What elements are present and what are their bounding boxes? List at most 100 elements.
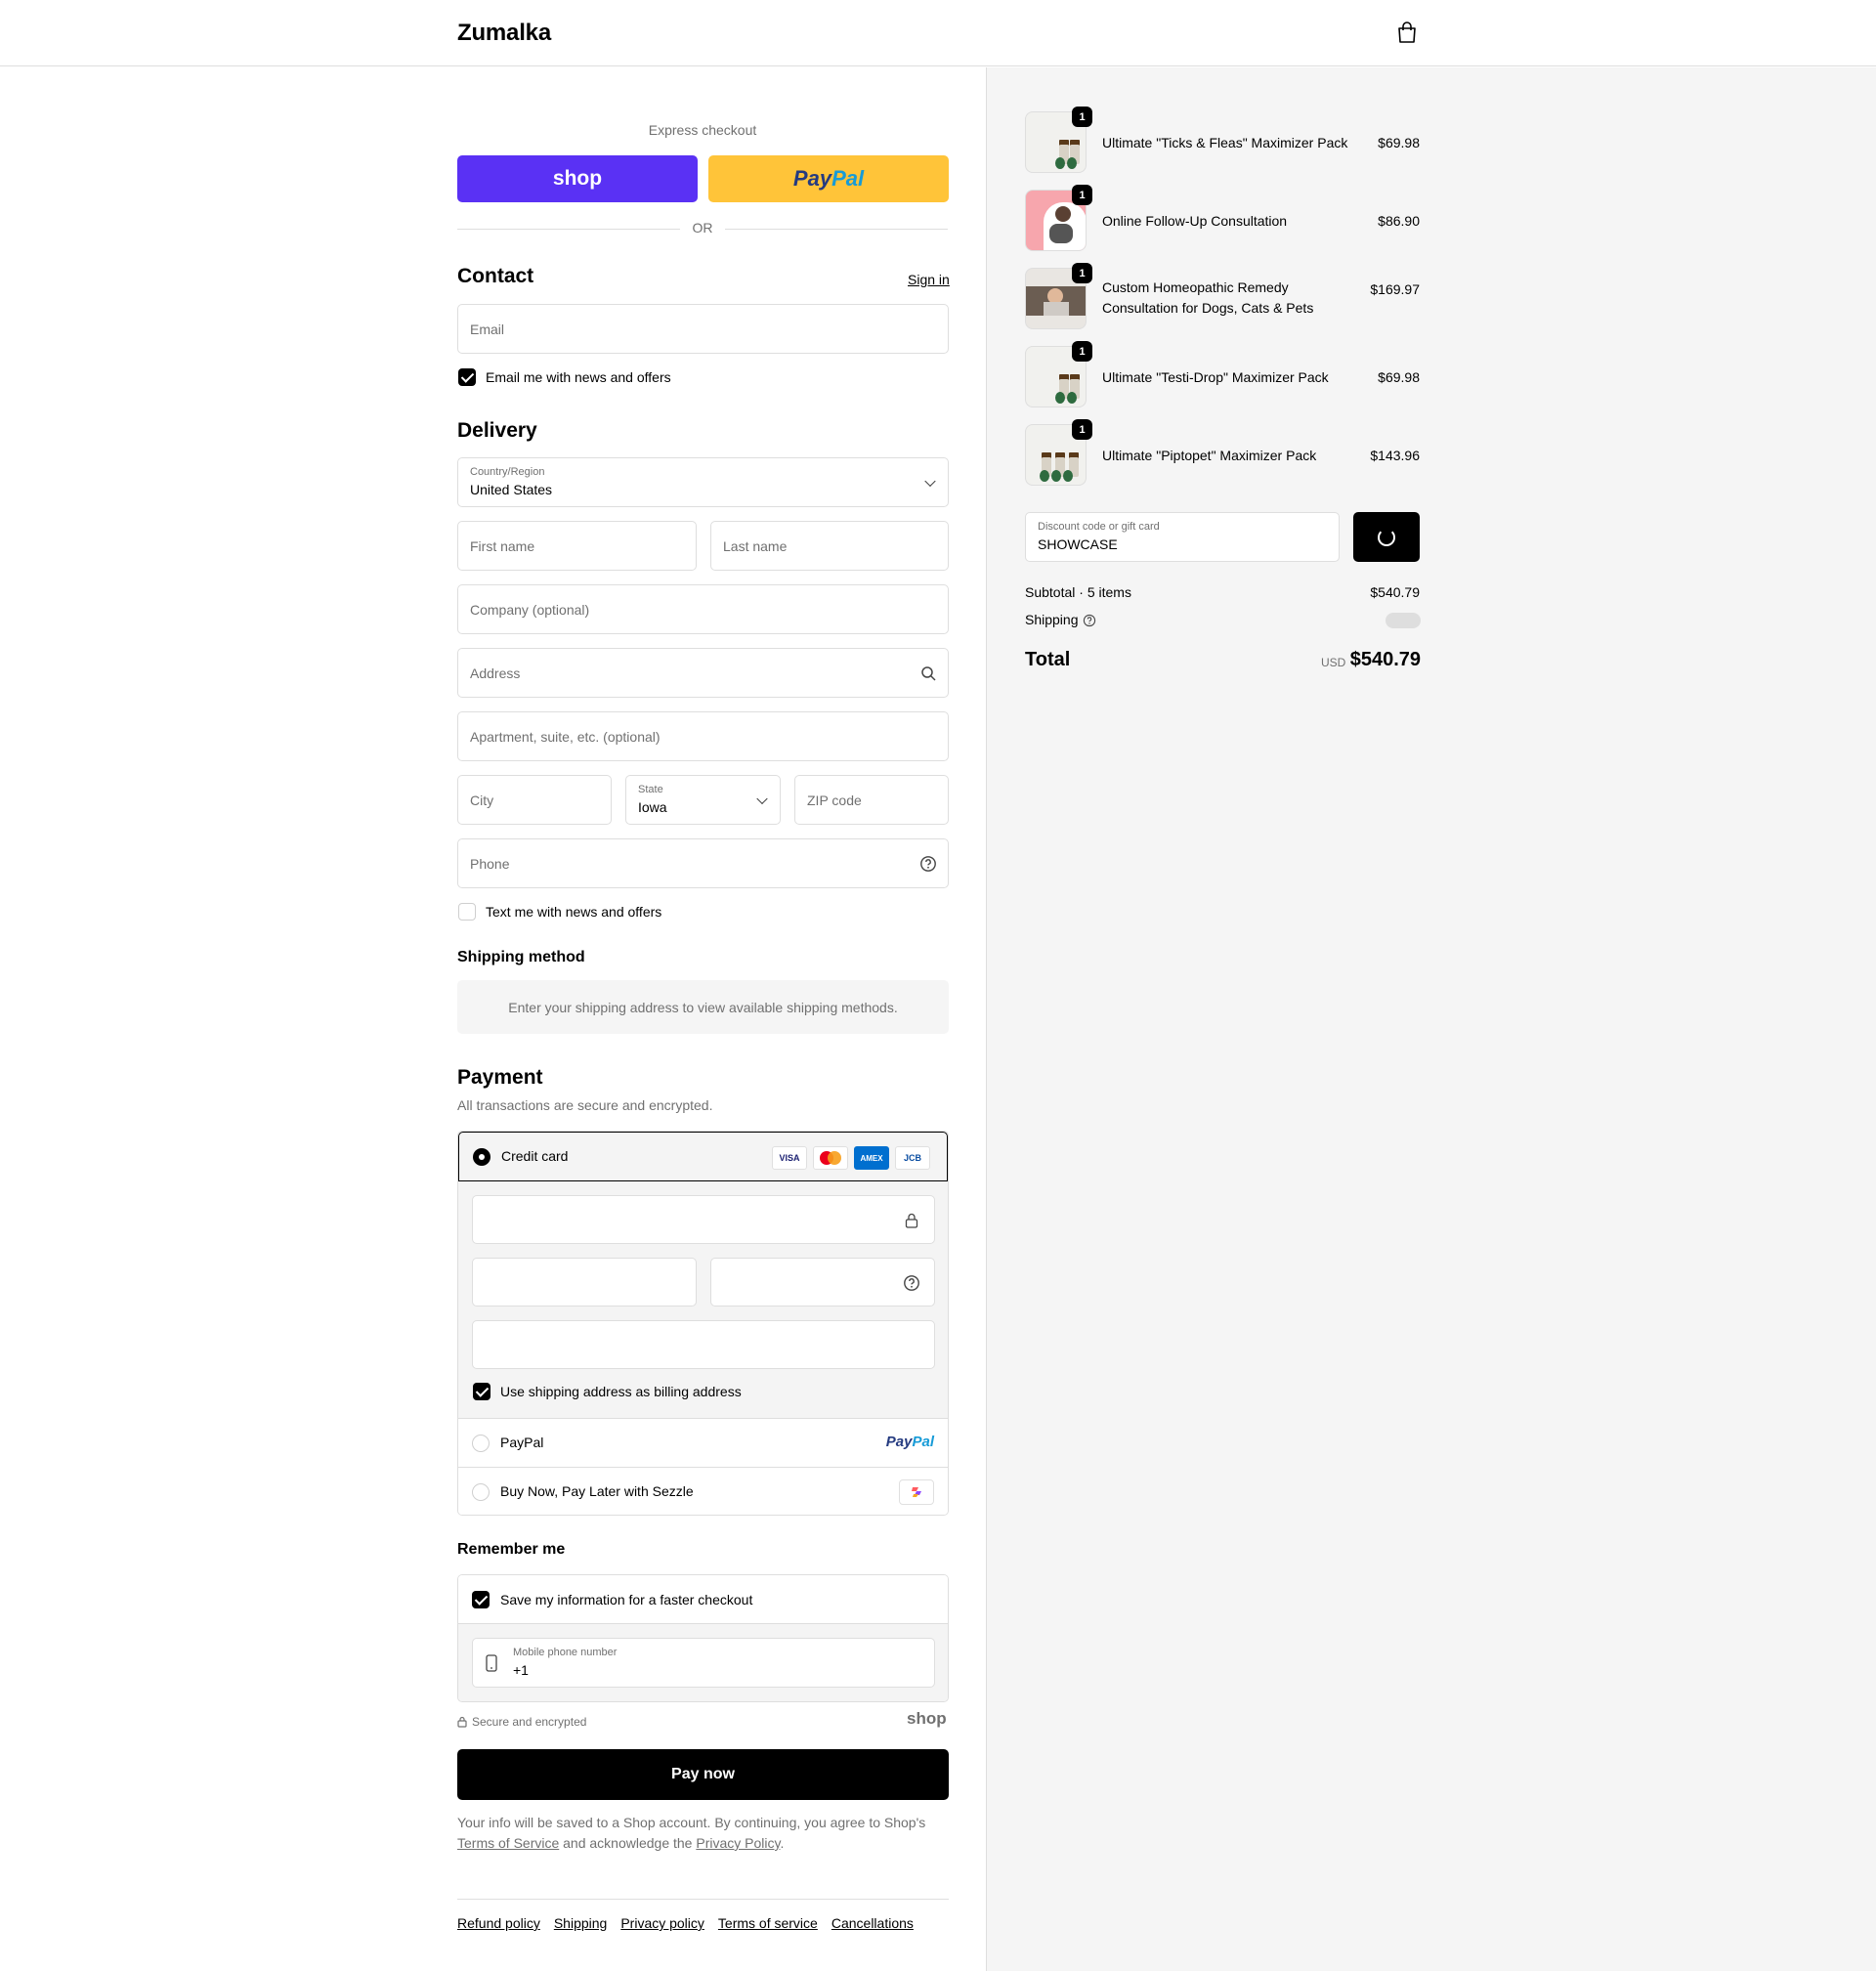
country-label: Country/Region: [470, 466, 545, 478]
paypal-logo-part-2: Pal: [912, 1434, 934, 1450]
sezzle-option[interactable]: Buy Now, Pay Later with Sezzle: [458, 1468, 948, 1515]
shop-pay-logo: shop: [552, 167, 603, 190]
search-icon: [921, 666, 936, 681]
first-name-field[interactable]: First name: [457, 521, 697, 571]
last-name-field[interactable]: Last name: [710, 521, 949, 571]
company-field[interactable]: Company (optional): [457, 584, 949, 634]
credit-card-option[interactable]: Credit card VISA AMEX JCB: [458, 1132, 948, 1181]
zip-placeholder: ZIP code: [807, 792, 862, 808]
card-number-field[interactable]: [472, 1195, 935, 1244]
state-value: Iowa: [638, 799, 667, 815]
express-checkout-label: Express checkout: [648, 122, 757, 138]
chevron-down-icon: [924, 475, 936, 487]
country-value: United States: [470, 482, 553, 497]
discount-code-value: SHOWCASE: [1038, 536, 1118, 552]
secure-encrypted-text: Secure and encrypted: [472, 1715, 587, 1729]
or-divider-label: OR: [680, 220, 725, 236]
quantity-badge: 1: [1072, 419, 1092, 440]
country-select[interactable]: Country/Region United States: [457, 457, 949, 507]
apartment-placeholder: Apartment, suite, etc. (optional): [470, 728, 661, 745]
total-value: $540.79: [1349, 649, 1421, 670]
paypal-logo-part-2: Pal: [831, 166, 865, 191]
security-code-field[interactable]: [710, 1258, 935, 1307]
paypal-logo-part-1: Pay: [885, 1434, 913, 1450]
apartment-field[interactable]: Apartment, suite, etc. (optional): [457, 711, 949, 761]
terms-of-service-footer-link[interactable]: Terms of service: [718, 1915, 818, 1931]
paypal-express-button[interactable]: Pay Pal: [708, 155, 949, 202]
last-name-placeholder: Last name: [723, 537, 788, 554]
mobile-phone-field[interactable]: Mobile phone number +1: [472, 1638, 935, 1688]
sezzle-option-label: Buy Now, Pay Later with Sezzle: [500, 1483, 694, 1499]
sign-in-link[interactable]: Sign in: [908, 272, 950, 287]
lock-icon: [905, 1213, 918, 1228]
cancellations-link[interactable]: Cancellations: [831, 1915, 914, 1931]
shop-logo: shop: [907, 1709, 947, 1728]
terms-of-service-link[interactable]: Terms of Service: [457, 1835, 559, 1851]
help-circle-icon[interactable]: [919, 855, 937, 873]
company-placeholder: Company (optional): [470, 601, 590, 618]
header: Zumalka: [0, 0, 1876, 66]
delivery-heading: Delivery: [457, 419, 537, 442]
privacy-policy-footer-link[interactable]: Privacy policy: [620, 1915, 704, 1931]
legal-text-1: Your info will be saved to a Shop accoun…: [457, 1815, 926, 1830]
shipping-policy-link[interactable]: Shipping: [554, 1915, 608, 1931]
mobile-phone-label: Mobile phone number: [513, 1647, 618, 1658]
state-select[interactable]: State Iowa: [625, 775, 781, 825]
help-circle-icon[interactable]: [1083, 614, 1096, 627]
discount-code-label: Discount code or gift card: [1038, 521, 1160, 533]
email-field[interactable]: Email: [457, 304, 949, 354]
shipping-value-loading: [1386, 613, 1421, 628]
save-info-checkbox[interactable]: [472, 1591, 490, 1608]
pay-now-button[interactable]: Pay now: [457, 1749, 949, 1800]
subtotal-label: Subtotal · 5 items: [1025, 584, 1131, 600]
item-name: Ultimate "Testi-Drop" Maximizer Pack: [1102, 369, 1329, 385]
privacy-policy-link[interactable]: Privacy Policy: [696, 1835, 780, 1851]
paypal-radio[interactable]: [472, 1435, 490, 1452]
city-placeholder: City: [470, 792, 494, 808]
help-circle-icon[interactable]: [903, 1274, 920, 1292]
sezzle-radio[interactable]: [472, 1483, 490, 1501]
newsletter-label: Email me with news and offers: [486, 369, 671, 385]
phone-field[interactable]: Phone: [457, 838, 949, 888]
sms-checkbox[interactable]: [458, 903, 476, 921]
newsletter-checkbox[interactable]: [458, 368, 476, 386]
save-info-row[interactable]: Save my information for a faster checkou…: [458, 1575, 948, 1624]
apply-discount-button[interactable]: [1353, 512, 1420, 562]
payment-heading: Payment: [457, 1066, 543, 1089]
name-on-card-field[interactable]: [472, 1320, 935, 1369]
remember-me-box: Save my information for a faster checkou…: [457, 1574, 949, 1702]
shopping-bag-icon[interactable]: [1396, 21, 1418, 45]
item-name: Custom Homeopathic Remedy Consultation f…: [1102, 279, 1314, 316]
legal-text-2: and acknowledge the: [563, 1835, 693, 1851]
city-field[interactable]: City: [457, 775, 612, 825]
zip-field[interactable]: ZIP code: [794, 775, 949, 825]
billing-same-checkbox[interactable]: [473, 1383, 490, 1400]
mobile-phone-section: Mobile phone number +1: [458, 1624, 948, 1701]
remember-me-heading: Remember me: [457, 1541, 566, 1558]
expiration-date-field[interactable]: [472, 1258, 697, 1307]
first-name-placeholder: First name: [470, 537, 535, 554]
item-price: $69.98: [1378, 135, 1420, 150]
loading-spinner-icon: [1378, 529, 1395, 546]
credit-card-radio[interactable]: [473, 1148, 490, 1166]
quantity-badge: 1: [1072, 341, 1092, 362]
paypal-logo-part-1: Pay: [792, 166, 832, 191]
paypal-option[interactable]: PayPal PayPal: [458, 1419, 948, 1468]
refund-policy-link[interactable]: Refund policy: [457, 1915, 540, 1931]
address-field[interactable]: Address: [457, 648, 949, 698]
sms-label: Text me with news and offers: [486, 904, 662, 920]
paypal-option-label: PayPal: [500, 1435, 544, 1450]
paypal-logo: PayPal: [886, 1434, 934, 1450]
billing-same-label: Use shipping address as billing address: [500, 1384, 742, 1399]
contact-heading: Contact: [457, 265, 534, 287]
item-price: $169.97: [1370, 281, 1420, 297]
footer-links: Refund policy Shipping Privacy policy Te…: [457, 1915, 914, 1931]
total-label: Total: [1025, 649, 1071, 670]
address-placeholder: Address: [470, 664, 521, 681]
discount-code-field[interactable]: Discount code or gift card SHOWCASE: [1025, 512, 1340, 562]
item-price: $143.96: [1370, 448, 1420, 463]
brand-logo[interactable]: Zumalka: [457, 20, 551, 47]
shop-pay-button[interactable]: shop: [457, 155, 698, 202]
email-placeholder: Email: [470, 321, 505, 337]
quantity-badge: 1: [1072, 263, 1092, 283]
